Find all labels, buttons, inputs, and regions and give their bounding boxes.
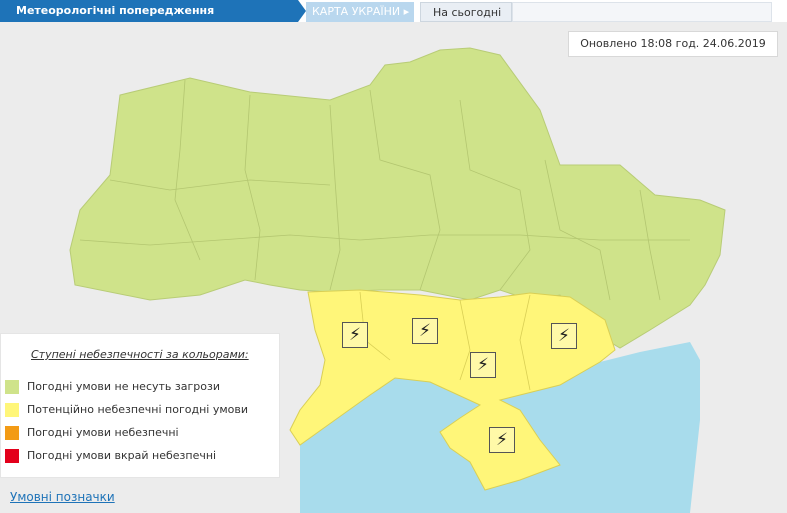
legend-swatch [5, 380, 19, 394]
legend-swatch [5, 403, 19, 417]
lightning-icon[interactable]: ⚡ [551, 323, 577, 349]
tab-arrow [298, 0, 306, 22]
legend-swatch [5, 449, 19, 463]
legend-swatch [5, 426, 19, 440]
lightning-icon[interactable]: ⚡ [342, 322, 368, 348]
legend-panel: Ступені небезпечності за кольорами: Пого… [0, 333, 280, 478]
tab-weather-warnings[interactable]: Метеорологічні попередження [0, 0, 298, 22]
legend-label: Погодні умови вкрай небезпечні [27, 449, 217, 462]
lightning-icon[interactable]: ⚡ [412, 318, 438, 344]
tab-today[interactable]: На сьогодні [420, 2, 512, 22]
notations-link[interactable]: Умовні позначки [10, 490, 115, 504]
lightning-icon[interactable]: ⚡ [489, 427, 515, 453]
tab-bar-filler [512, 2, 772, 22]
caret-right-icon: ▸ [403, 5, 410, 18]
legend-label: Потенційно небезпечні погодні умови [27, 403, 248, 416]
tab-map-label: КАРТА УКРАЇНИ [312, 5, 401, 18]
tab-map-ukraine[interactable]: КАРТА УКРАЇНИ ▸ [306, 2, 414, 22]
lightning-icon[interactable]: ⚡ [470, 352, 496, 378]
legend-label: Погодні умови небезпечні [27, 426, 179, 439]
updated-timestamp: Оновлено 18:08 год. 24.06.2019 [568, 31, 778, 57]
legend-title: Ступені небезпечності за кольорами: [31, 348, 249, 361]
legend-label: Погодні умови не несуть загрози [27, 380, 220, 393]
tab-bar: Метеорологічні попередження КАРТА УКРАЇН… [0, 0, 787, 22]
